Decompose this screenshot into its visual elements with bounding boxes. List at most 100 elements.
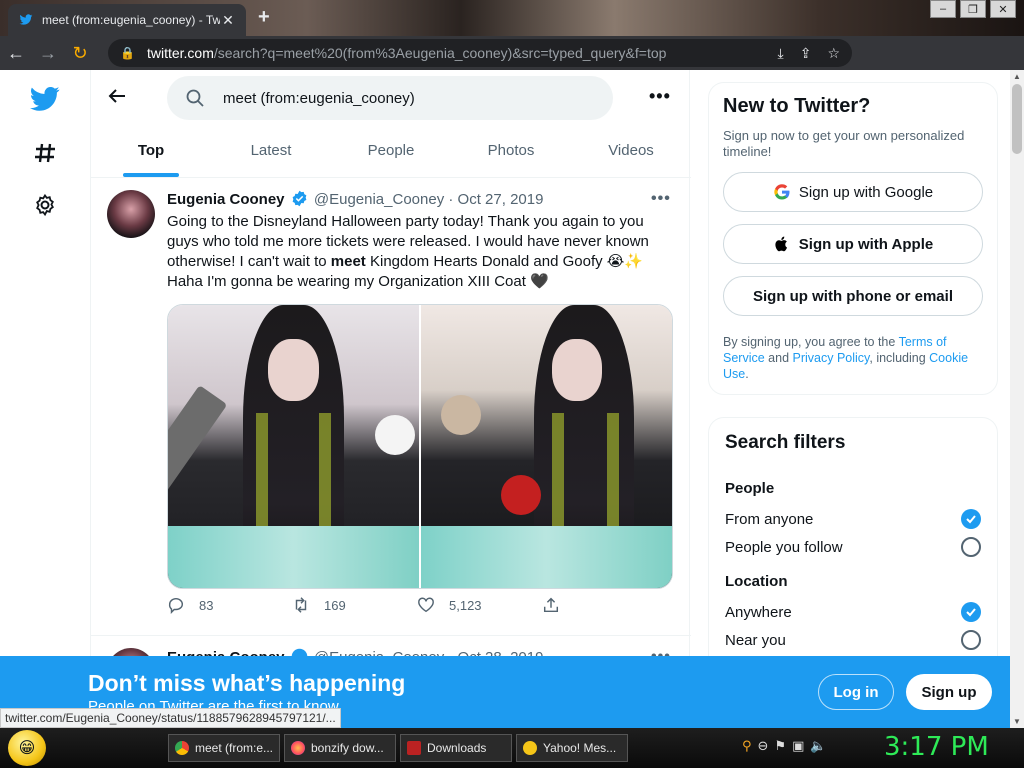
retweet-button[interactable]: 169 (292, 596, 417, 614)
filter-anywhere[interactable]: Anywhere (725, 598, 981, 626)
back-arrow-icon[interactable] (107, 86, 131, 110)
taskbar-item-yahoo[interactable]: Yahoo! Mes... (516, 734, 628, 762)
browser-toolbar: ← → ↻ 🔒 twitter.com /search?q=meet%20(fr… (0, 36, 1024, 99)
network-tray-icon[interactable]: ▣ (792, 738, 804, 754)
tab-top[interactable]: Top (91, 126, 211, 177)
tweet-photo-2[interactable] (421, 305, 672, 588)
author-handle[interactable]: @Eugenia_Cooney (314, 191, 444, 208)
apple-icon (775, 236, 787, 252)
explore-hashtag-icon[interactable] (30, 138, 60, 168)
search-input[interactable]: meet (from:eugenia_cooney) (167, 76, 613, 120)
taskbar-item-firefox[interactable]: bonzify dow... (284, 734, 396, 762)
address-bar[interactable]: 🔒 twitter.com /search?q=meet%20(from%3Ae… (108, 39, 852, 67)
radio-unchecked-icon[interactable] (961, 630, 981, 650)
tweet-media[interactable] (167, 304, 673, 589)
tab-latest[interactable]: Latest (211, 126, 331, 177)
radio-checked-icon[interactable] (961, 602, 981, 622)
tab-close-icon[interactable]: ✕ (220, 12, 236, 29)
settings-gear-icon[interactable] (30, 190, 60, 220)
tab-videos[interactable]: Videos (571, 126, 691, 177)
tweet-header: Eugenia Cooney @Eugenia_Cooney · Oct 27,… (167, 190, 543, 208)
search-tray-icon[interactable]: ⚲ (742, 738, 752, 754)
tab-title: meet (from:eugenia_cooney) - Tw (42, 13, 220, 27)
login-button[interactable]: Log in (818, 674, 894, 710)
bookmark-star-icon[interactable]: ☆ (827, 45, 840, 62)
radio-unchecked-icon[interactable] (961, 537, 981, 557)
new-tab-icon[interactable]: + (258, 6, 270, 29)
lock-icon: 🔒 (120, 46, 135, 60)
radio-checked-icon[interactable] (961, 509, 981, 529)
twitter-page: meet (from:eugenia_cooney) ••• Top Lates… (0, 70, 1010, 728)
like-count: 5,123 (449, 597, 482, 613)
filters-title: Search filters (725, 432, 846, 453)
share-icon[interactable]: ⇪ (800, 45, 812, 62)
chrome-icon (175, 741, 189, 755)
scroll-thumb[interactable] (1012, 84, 1022, 154)
google-signup-button[interactable]: Sign up with Google (723, 172, 983, 212)
privacy-link[interactable]: Privacy Policy (793, 351, 870, 365)
search-filters-card: Search filters People From anyone People… (708, 417, 998, 677)
more-options-icon[interactable]: ••• (649, 86, 671, 107)
taskbar: 😁 meet (from:e... bonzify dow... Downloa… (0, 728, 1024, 768)
page-scrollbar[interactable]: ▲ ▼ (1010, 70, 1024, 728)
url-host: twitter.com (146, 45, 214, 61)
close-window-icon[interactable]: ✕ (990, 0, 1016, 18)
start-smiley-icon[interactable]: 😁 (8, 730, 46, 766)
filter-people-follow[interactable]: People you follow (725, 533, 981, 561)
signup-button[interactable]: Sign up (906, 674, 992, 710)
share-button[interactable] (542, 596, 667, 614)
tweet-text: Going to the Disneyland Halloween party … (167, 213, 649, 290)
minus-tray-icon[interactable]: ⊖ (758, 738, 769, 754)
separator-dot: · (448, 191, 454, 208)
google-signup-label: Sign up with Google (798, 183, 934, 201)
yahoo-messenger-icon (523, 741, 537, 755)
phone-signup-button[interactable]: Sign up with phone or email (723, 276, 983, 316)
maximize-icon[interactable]: ❐ (960, 0, 986, 18)
retweet-count: 169 (324, 597, 346, 613)
firefox-icon (291, 741, 305, 755)
location-filter-title: Location (725, 573, 788, 590)
clock[interactable]: 3:17 PM (884, 732, 989, 762)
filter-from-anyone[interactable]: From anyone (725, 505, 981, 533)
avatar[interactable] (107, 190, 155, 238)
reply-button[interactable]: 83 (167, 596, 292, 614)
tweet-more-icon[interactable]: ••• (651, 190, 671, 208)
downloads-icon (407, 741, 421, 755)
tweet-photo-1[interactable] (168, 305, 419, 588)
apple-signup-button[interactable]: Sign up with Apple (723, 224, 983, 264)
reload-icon[interactable]: ↻ (64, 43, 96, 64)
filter-near-you[interactable]: Near you (725, 626, 981, 654)
google-icon (774, 184, 790, 200)
taskbar-item-downloads[interactable]: Downloads (400, 734, 512, 762)
tweet[interactable]: Eugenia Cooney @Eugenia_Cooney · Oct 27,… (91, 178, 691, 636)
flag-tray-icon[interactable]: ⚑ (774, 738, 786, 754)
scroll-down-icon[interactable]: ▼ (1013, 717, 1021, 726)
people-filter-title: People (725, 480, 775, 497)
twitter-favicon-icon (18, 12, 34, 28)
tweet-date[interactable]: Oct 27, 2019 (458, 191, 544, 208)
apple-signup-label: Sign up with Apple (798, 235, 934, 253)
signup-card: New to Twitter? Sign up now to get your … (708, 82, 998, 395)
tweet-actions: 83 169 5,123 (167, 596, 667, 614)
volume-tray-icon[interactable]: 🔈 (810, 738, 826, 754)
window-controls: – ❐ ✕ (930, 0, 1016, 18)
taskbar-item-chrome[interactable]: meet (from:e... (168, 734, 280, 762)
left-nav (0, 70, 90, 728)
install-icon[interactable]: ⤓ (778, 45, 784, 62)
url-path: /search?q=meet%20(from%3Aeugenia_cooney)… (213, 45, 667, 61)
reply-count: 83 (199, 597, 214, 613)
forward-arrow-icon[interactable]: → (32, 43, 64, 64)
back-arrow-icon[interactable]: ← (0, 43, 32, 64)
browser-tab[interactable]: meet (from:eugenia_cooney) - Tw ✕ (8, 4, 246, 36)
author-name[interactable]: Eugenia Cooney (167, 191, 285, 208)
search-tabs: Top Latest People Photos Videos (91, 126, 691, 178)
tab-people[interactable]: People (331, 126, 451, 177)
like-button[interactable]: 5,123 (417, 596, 542, 614)
scroll-up-icon[interactable]: ▲ (1013, 72, 1021, 81)
search-icon (185, 88, 205, 108)
tab-photos[interactable]: Photos (451, 126, 571, 177)
minimize-icon[interactable]: – (930, 0, 956, 18)
twitter-logo-icon[interactable] (30, 84, 60, 114)
verified-badge-icon (292, 190, 307, 207)
legal-text: By signing up, you agree to the Terms of… (723, 335, 969, 381)
